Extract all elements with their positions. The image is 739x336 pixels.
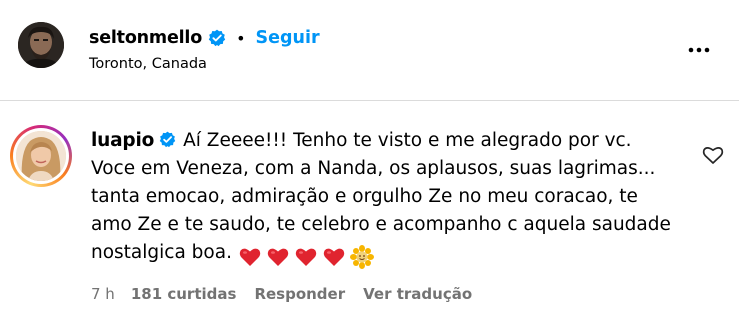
commenter-avatar[interactable] bbox=[16, 131, 66, 181]
like-comment-button[interactable] bbox=[702, 145, 724, 165]
comment-meta: 7 h 181 curtidas Responder Ver tradução bbox=[91, 284, 472, 304]
comment-likes-count[interactable]: 181 curtidas bbox=[131, 285, 237, 303]
red-heart-icon bbox=[266, 245, 290, 269]
comment-text: Aí Zeeee!!! Tenho te visto e me alegrado… bbox=[91, 130, 671, 263]
author-row: seltonmello • Seguir bbox=[89, 26, 320, 50]
heart-outline-icon bbox=[702, 147, 724, 164]
commenter-username[interactable]: luapio bbox=[91, 130, 154, 151]
verified-badge-icon bbox=[208, 29, 226, 47]
author-avatar[interactable] bbox=[18, 22, 64, 68]
post-location[interactable]: Toronto, Canada bbox=[89, 56, 207, 72]
comment-item: luapio Aí Zeeee!!! Tenho te visto e me a… bbox=[0, 101, 739, 336]
comment-timestamp[interactable]: 7 h bbox=[91, 285, 115, 303]
story-ring[interactable] bbox=[10, 125, 72, 187]
see-translation-button[interactable]: Ver tradução bbox=[363, 285, 472, 303]
more-options-button[interactable] bbox=[684, 38, 714, 62]
separator-dot: • bbox=[236, 28, 246, 48]
follow-button[interactable]: Seguir bbox=[256, 28, 320, 48]
sunflower-icon bbox=[349, 245, 374, 269]
red-heart-icon bbox=[322, 245, 346, 269]
emoji-group bbox=[238, 243, 378, 271]
verified-badge-icon bbox=[159, 131, 176, 148]
reply-button[interactable]: Responder bbox=[254, 285, 345, 303]
red-heart-icon bbox=[294, 245, 318, 269]
post-header: seltonmello • Seguir Toronto, Canada bbox=[0, 0, 739, 101]
comment-body: luapio Aí Zeeee!!! Tenho te visto e me a… bbox=[91, 127, 681, 271]
more-horizontal-icon bbox=[688, 47, 710, 53]
author-username[interactable]: seltonmello bbox=[89, 28, 202, 48]
red-heart-icon bbox=[238, 245, 262, 269]
